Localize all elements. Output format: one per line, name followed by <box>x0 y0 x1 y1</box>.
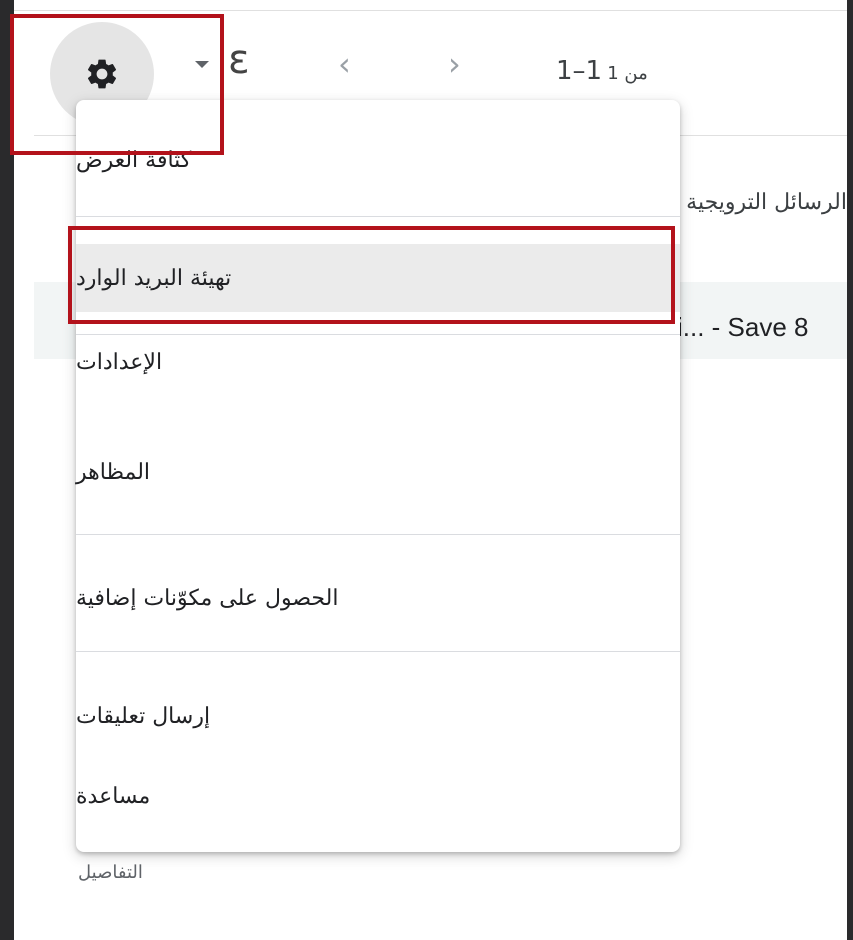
tab-promotions[interactable]: الرسائل الترويجية <box>677 190 847 215</box>
menu-divider <box>76 534 680 535</box>
menu-item-label: الإعدادات <box>76 349 163 375</box>
caret-down-icon[interactable] <box>195 61 209 68</box>
top-divider <box>14 10 847 11</box>
chevron-left-icon[interactable]: ‹ <box>338 48 351 80</box>
left-frame <box>0 0 14 940</box>
input-tools-icon[interactable]: ε <box>228 40 250 80</box>
pagination-label: من 1 1–1 <box>556 58 648 84</box>
menu-item-configure-inbox[interactable]: تهيئة البريد الوارد <box>76 244 680 312</box>
menu-item-label: تهيئة البريد الوارد <box>76 265 232 291</box>
menu-divider <box>76 216 680 217</box>
menu-item-label: الحصول على مكوّنات إضافية <box>76 585 339 611</box>
menu-item-settings[interactable]: الإعدادات <box>76 332 680 392</box>
settings-menu: كثافة العرض تهيئة البريد الوارد الإعدادا… <box>76 100 680 852</box>
details-link[interactable]: التفاصيل <box>78 862 143 883</box>
menu-item-themes[interactable]: المظاهر <box>76 442 680 502</box>
menu-item-label: إرسال تعليقات <box>76 703 211 729</box>
pagination-of: من 1 <box>607 63 648 84</box>
menu-item-label: مساعدة <box>76 783 151 809</box>
email-snippet: i... - Save 8 <box>677 312 809 342</box>
chevron-right-icon[interactable]: › <box>448 48 461 80</box>
menu-item-send-feedback[interactable]: إرسال تعليقات <box>76 686 680 746</box>
menu-item-display-density[interactable]: كثافة العرض <box>76 130 680 190</box>
right-frame <box>847 0 853 940</box>
menu-item-get-addons[interactable]: الحصول على مكوّنات إضافية <box>76 568 680 628</box>
menu-divider <box>76 651 680 652</box>
menu-item-label: المظاهر <box>76 459 151 485</box>
menu-item-label: كثافة العرض <box>76 147 192 173</box>
gear-icon <box>87 59 117 89</box>
pagination-count: 1–1 <box>556 56 603 86</box>
menu-item-help[interactable]: مساعدة <box>76 766 680 826</box>
